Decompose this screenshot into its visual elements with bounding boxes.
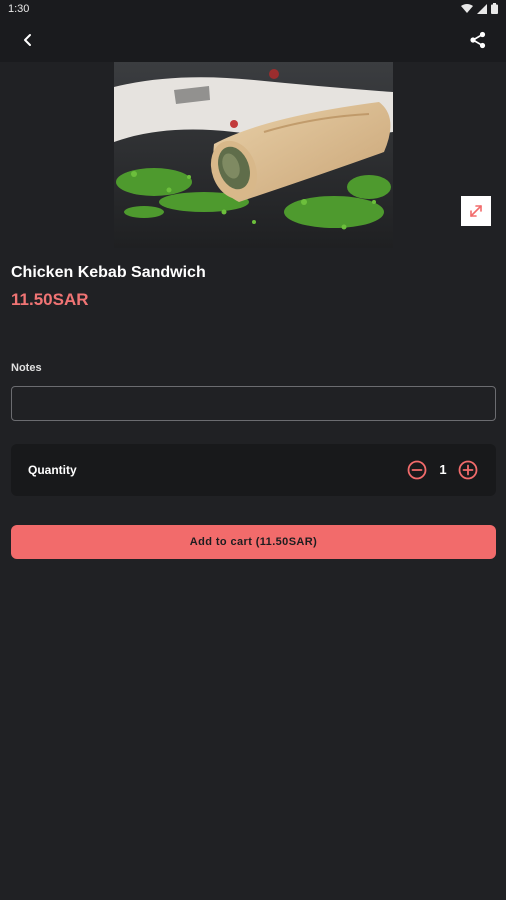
quantity-value: 1 (439, 462, 447, 477)
share-button[interactable] (462, 24, 494, 56)
quantity-card: Quantity 1 (11, 444, 496, 496)
product-image (114, 62, 393, 248)
add-to-cart-button[interactable]: Add to cart (11.50SAR) (11, 525, 496, 559)
status-bar: 1:30 (0, 0, 506, 18)
share-icon (470, 31, 486, 49)
battery-icon (491, 3, 498, 14)
app-bar (0, 18, 506, 62)
status-time: 1:30 (8, 3, 30, 15)
expand-icon (470, 205, 482, 217)
signal-icon (477, 3, 487, 14)
product-title: Chicken Kebab Sandwich (11, 264, 206, 281)
increase-quantity-icon[interactable] (458, 460, 478, 480)
back-button[interactable] (12, 24, 44, 56)
quantity-label: Quantity (28, 463, 77, 477)
decrease-quantity-icon[interactable] (407, 460, 427, 480)
product-detail-screen: 1:30 Chicken Kebab Sandwich 11.50SAR Not… (0, 0, 506, 900)
add-to-cart-label: Add to cart (11.50SAR) (189, 536, 318, 548)
notes-input[interactable] (11, 386, 496, 421)
food-photo (114, 62, 393, 248)
back-arrow-icon (24, 34, 31, 46)
expand-image-button[interactable] (461, 196, 491, 226)
wifi-icon (461, 3, 473, 13)
notes-label: Notes (11, 362, 42, 374)
product-price: 11.50SAR (11, 290, 89, 309)
status-icons (461, 3, 498, 14)
